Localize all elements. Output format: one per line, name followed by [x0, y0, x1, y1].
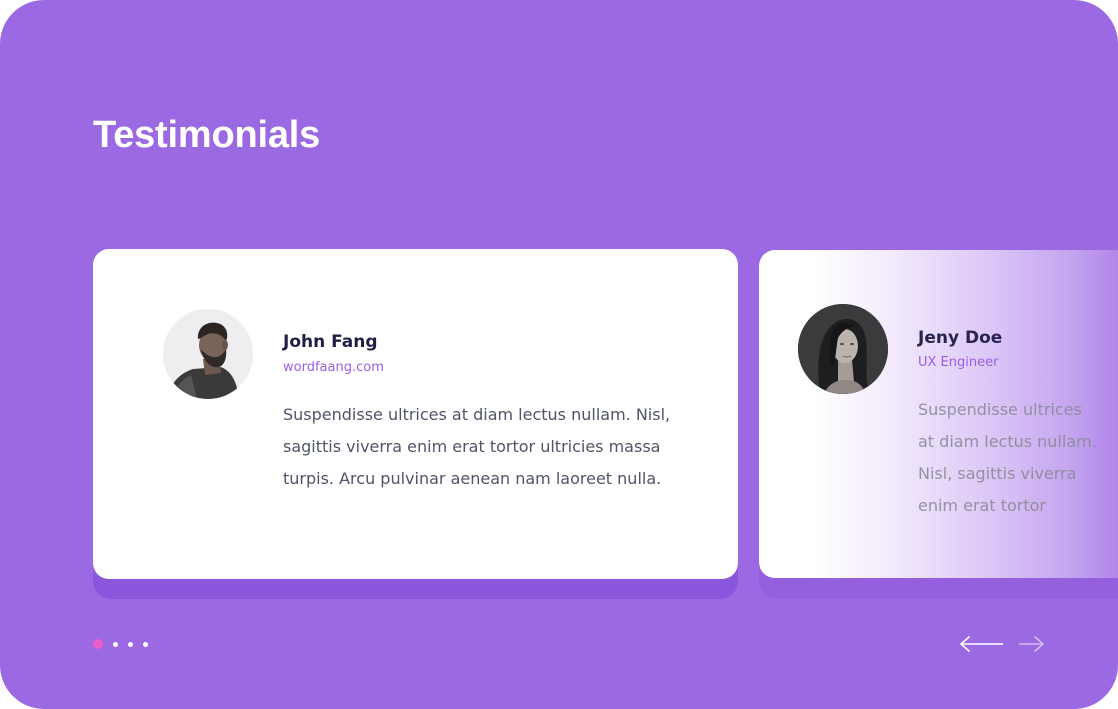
pagination-dot-2[interactable] [113, 642, 118, 647]
testimonial-name: John Fang [283, 332, 378, 352]
testimonial-quote: Suspendisse ultrices at diam lectus null… [283, 405, 671, 488]
section-title: Testimonials [93, 114, 321, 156]
avatar-jeny-doe [798, 304, 888, 394]
next-button[interactable] [1018, 634, 1046, 654]
arrow-right-icon [1019, 636, 1044, 652]
arrow-left-icon [960, 636, 1003, 652]
pagination-dot-3[interactable] [128, 642, 133, 647]
testimonial-role: UX Engineer [918, 355, 999, 370]
testimonial-name: Jeny Doe [918, 328, 1003, 348]
testimonial-website: wordfaang.com [283, 360, 384, 375]
testimonial-quote: Suspendisse ultrices at diam lectus null… [918, 400, 1097, 515]
prev-button[interactable] [958, 634, 1004, 654]
pagination-dot-4[interactable] [143, 642, 148, 647]
pagination-dot-1[interactable] [93, 639, 103, 649]
man-portrait-icon [163, 309, 253, 399]
testimonials-section: Testimonials John Fang wordfaang.com Sus… [0, 0, 1118, 709]
avatar-john-fang [163, 309, 253, 399]
woman-portrait-icon [798, 304, 888, 394]
